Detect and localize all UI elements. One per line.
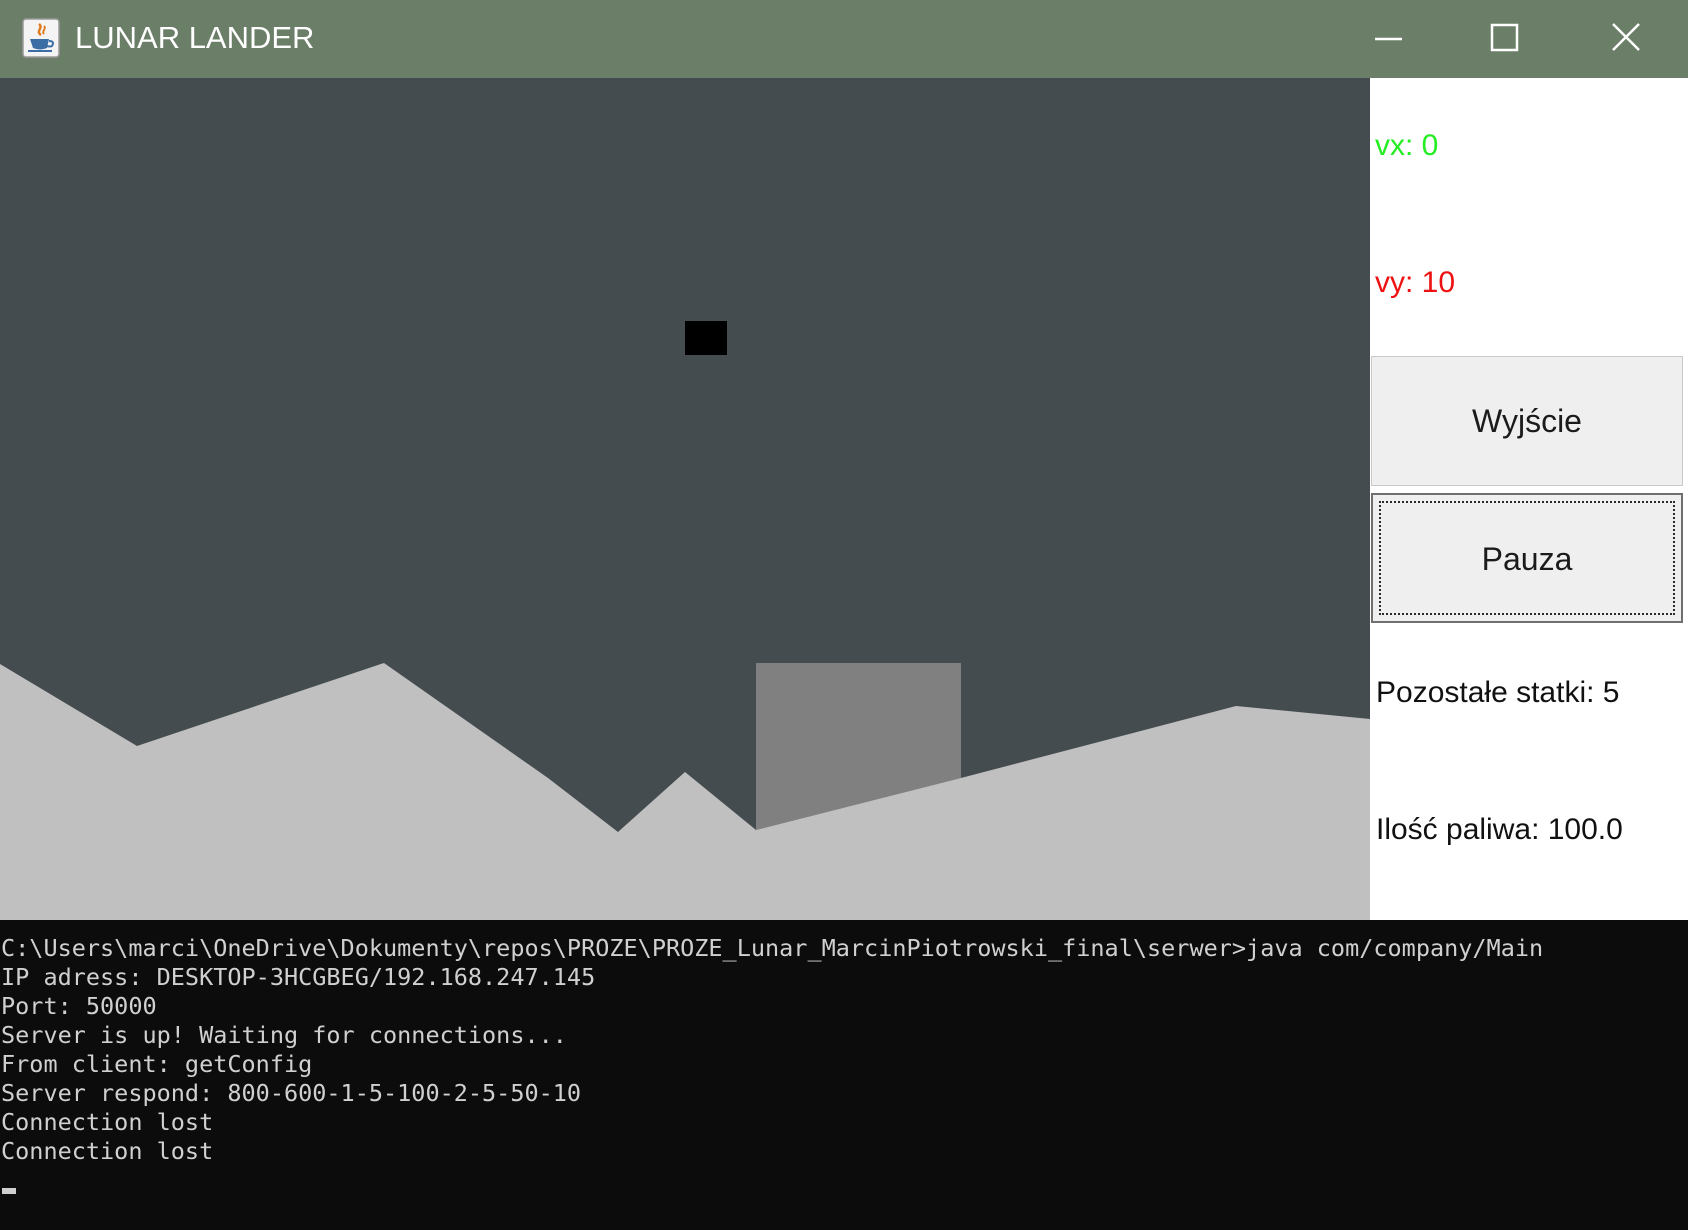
- close-icon: [1612, 23, 1640, 51]
- fuel-label: Ilość paliwa: 100.0: [1376, 813, 1623, 846]
- maximize-button[interactable]: [1445, 0, 1565, 78]
- console-line: Server respond: 800-600-1-5-100-2-5-50-1…: [1, 1079, 582, 1107]
- close-button[interactable]: [1566, 0, 1686, 78]
- exit-button[interactable]: Wyjście: [1371, 356, 1683, 486]
- console-line: Connection lost: [1, 1108, 214, 1136]
- minimize-button[interactable]: [1328, 0, 1448, 78]
- lunar-lander-window: LUNAR LANDER vx: 0 vy: 10 Wyjście Pauza …: [0, 0, 1688, 920]
- terminal-console[interactable]: C:\Users\marci\OneDrive\Dokumenty\repos\…: [0, 920, 1688, 1230]
- console-line: Server is up! Waiting for connections...: [1, 1021, 567, 1049]
- java-cup-icon: [22, 18, 60, 58]
- lander: [685, 321, 727, 355]
- side-panel: vx: 0 vy: 10 Wyjście Pauza Pozostałe sta…: [1370, 78, 1688, 920]
- console-line: Port: 50000: [1, 992, 157, 1020]
- vy-label: vy: 10: [1375, 266, 1456, 299]
- text-cursor: [2, 1188, 16, 1194]
- console-line: IP adress: DESKTOP-3HCGBEG/192.168.247.1…: [1, 963, 596, 991]
- pause-button[interactable]: Pauza: [1371, 493, 1683, 623]
- title-bar[interactable]: LUNAR LANDER: [0, 0, 1688, 78]
- vx-label: vx: 0: [1375, 129, 1439, 162]
- console-line: C:\Users\marci\OneDrive\Dokumenty\repos\…: [1, 934, 1544, 962]
- game-canvas[interactable]: [0, 78, 1370, 920]
- console-line: From client: getConfig: [1, 1050, 313, 1078]
- terrain: [0, 663, 1370, 920]
- window-title: LUNAR LANDER: [75, 20, 315, 55]
- ships-left-label: Pozostałe statki: 5: [1376, 676, 1620, 709]
- maximize-icon: [1490, 23, 1519, 52]
- pause-button-label: Pauza: [1481, 541, 1573, 577]
- console-line: Connection lost: [1, 1137, 214, 1165]
- minimize-icon: [1375, 37, 1402, 41]
